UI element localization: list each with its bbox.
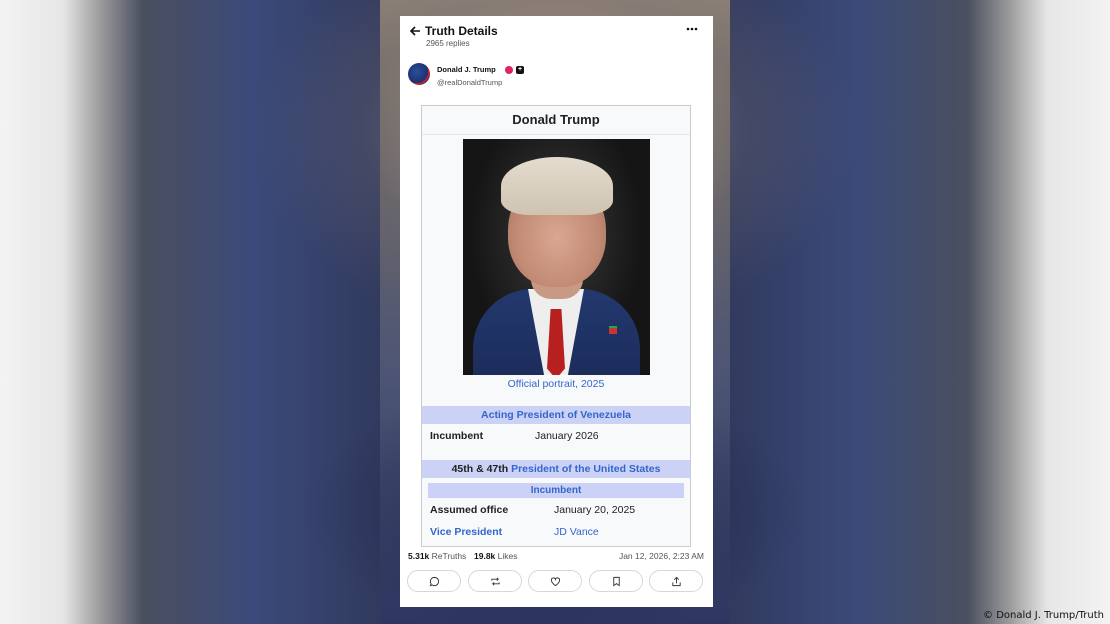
row-value: January 20, 2025 [554, 504, 636, 516]
likes-label: Likes [497, 551, 518, 561]
section-prefix: 45th & 47th [451, 463, 512, 475]
reply-icon [429, 576, 439, 586]
plus-badge-icon: + [516, 66, 524, 74]
infobox-row-incumbent: Incumbent January 2026 [422, 430, 690, 450]
infobox-row-vice-president: Vice President JD Vance [422, 526, 690, 546]
post-timestamp: Jan 12, 2026, 2:23 AM [618, 551, 704, 561]
author-header[interactable]: Donald J. Trump + @realDonaldTrump [408, 62, 708, 92]
flag-pin-icon [609, 326, 617, 334]
post-detail-card: Truth Details 2965 replies Donald J. Tru… [400, 16, 713, 607]
avatar[interactable] [408, 63, 430, 85]
retruths-stat[interactable]: 5.31k ReTruths [408, 551, 466, 561]
retruths-label: ReTruths [431, 551, 467, 561]
post-image-infobox[interactable]: Donald Trump Official portrait, 2025 Act… [421, 105, 691, 547]
row-label: Incumbent [430, 430, 484, 442]
photo-credit: © Donald J. Trump/Truth [983, 610, 1104, 621]
back-arrow-icon[interactable] [409, 25, 421, 37]
section-president-us: 45th & 47th President of the United Stat… [422, 460, 690, 478]
row-value: JD Vance [554, 526, 599, 538]
reply-count: 2965 replies [426, 39, 470, 48]
row-value: January 2026 [535, 430, 599, 442]
likes-count: 19.8k [474, 551, 496, 561]
verified-badge-icon [505, 66, 513, 74]
portrait-caption: Official portrait, 2025 [422, 378, 690, 390]
row-label: Assumed office [430, 504, 509, 516]
share-button[interactable] [649, 570, 703, 592]
infobox-row-assumed-office: Assumed office January 20, 2025 [422, 504, 690, 524]
portrait-hair [501, 157, 613, 215]
more-options-icon[interactable] [686, 26, 698, 32]
row-label: Vice President [430, 526, 503, 538]
subsection-incumbent: Incumbent [428, 483, 684, 498]
post-stats: 5.31k ReTruths 19.8k Likes Jan 12, 2026,… [408, 551, 708, 565]
retruths-count: 5.31k [408, 551, 430, 561]
top-bar: Truth Details 2965 replies [400, 16, 713, 56]
action-bar [407, 570, 707, 596]
bookmark-button[interactable] [589, 570, 643, 592]
retruth-icon [490, 577, 500, 585]
portrait-caption-text: Official portrait, 2025 [507, 378, 605, 390]
reply-button[interactable] [407, 570, 461, 592]
page-title: Truth Details [425, 24, 498, 38]
like-button[interactable] [528, 570, 582, 592]
retruth-button[interactable] [468, 570, 522, 592]
like-icon [550, 576, 560, 586]
author-handle[interactable]: @realDonaldTrump [437, 78, 502, 87]
section-link: President of the United States [511, 463, 661, 475]
portrait-image [463, 139, 650, 375]
likes-stat[interactable]: 19.8k Likes [474, 551, 518, 561]
section-acting-president: Acting President of Venezuela [422, 406, 690, 424]
author-name[interactable]: Donald J. Trump [437, 65, 496, 74]
bookmark-icon [612, 576, 620, 587]
infobox-title: Donald Trump [422, 106, 690, 135]
share-icon [671, 576, 681, 586]
